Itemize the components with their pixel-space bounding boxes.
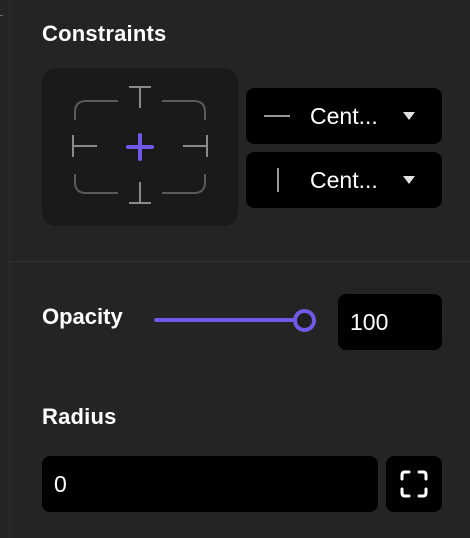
- right-pin[interactable]: [183, 135, 208, 157]
- independent-corners-button[interactable]: [386, 456, 442, 512]
- panel-divider: [9, 0, 10, 538]
- horizontal-constraint-value: Cent...: [310, 103, 378, 129]
- constraint-widget: [42, 68, 238, 226]
- top-pin[interactable]: [129, 86, 151, 108]
- vertical-constraint-dropdown[interactable]: Cent...: [246, 152, 442, 208]
- left-pin[interactable]: [72, 135, 97, 157]
- opacity-slider-track[interactable]: [154, 318, 304, 322]
- vertical-line-icon: [277, 168, 279, 192]
- corners-icon: [400, 470, 428, 498]
- opacity-label: Opacity: [42, 304, 123, 329]
- panel-edge-tick: [0, 15, 3, 16]
- bottom-pin[interactable]: [129, 182, 151, 204]
- opacity-slider[interactable]: [154, 306, 318, 334]
- vertical-constraint-value: Cent...: [310, 167, 378, 193]
- opacity-slider-thumb[interactable]: [293, 309, 316, 332]
- radius-title: Radius: [42, 404, 117, 429]
- chevron-down-icon: [403, 176, 415, 184]
- horizontal-constraint-dropdown[interactable]: Cent...: [246, 88, 442, 144]
- opacity-input[interactable]: [338, 294, 442, 350]
- chevron-down-icon: [403, 112, 415, 120]
- center-plus-icon[interactable]: [126, 133, 154, 161]
- constraints-title: Constraints: [42, 21, 167, 46]
- section-divider: [10, 261, 470, 262]
- horizontal-line-icon: [264, 115, 290, 117]
- properties-panel: Constraints Cent... Cent... Opacity 100 …: [0, 0, 470, 538]
- radius-input[interactable]: [42, 456, 378, 512]
